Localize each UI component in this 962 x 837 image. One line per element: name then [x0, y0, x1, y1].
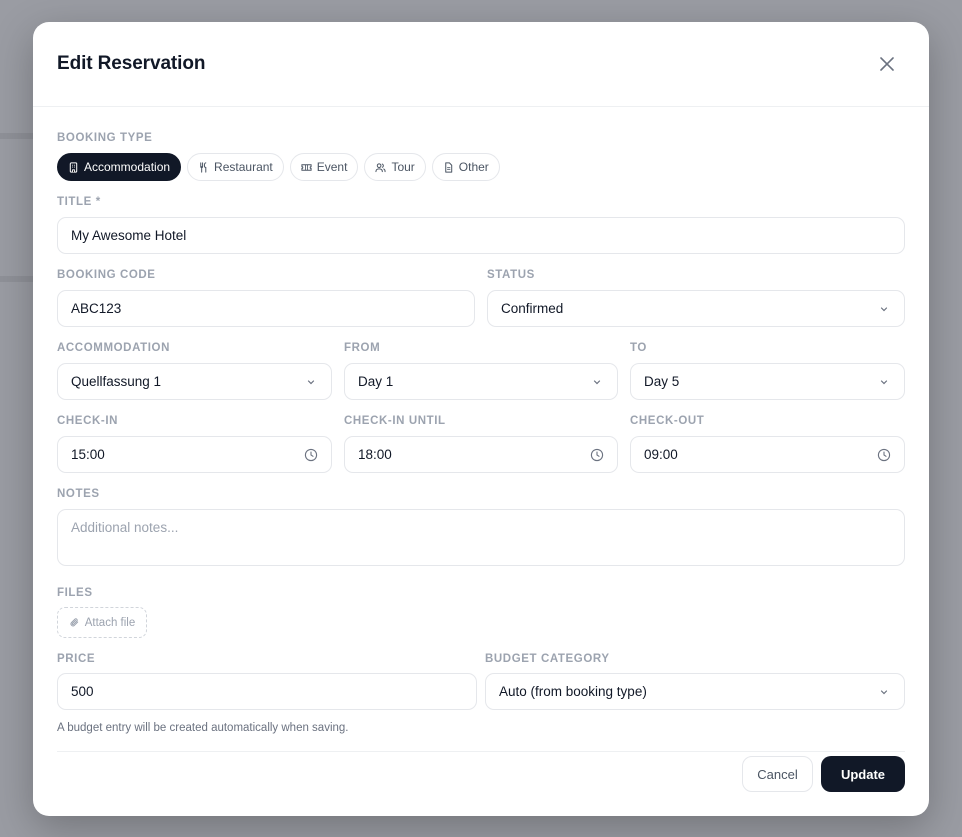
chip-label: Tour [391, 160, 415, 174]
background-element [0, 133, 33, 139]
chip-label: Accommodation [84, 160, 171, 174]
modal-title: Edit Reservation [57, 53, 206, 74]
check-in-until-input[interactable]: 18:00 [344, 436, 618, 473]
chevron-down-icon [307, 379, 315, 384]
from-select[interactable]: Day 1 [344, 363, 618, 400]
chip-label: Other [458, 160, 489, 174]
close-button[interactable] [877, 54, 897, 74]
attach-file-button[interactable]: Attach file [57, 607, 147, 638]
budget-category-label: BUDGET CATEGORY [485, 653, 610, 665]
users-icon [375, 162, 387, 172]
check-in-value: 15:00 [71, 447, 105, 462]
booking-type-selector: Accommodation Restaurant Event Tour Othe… [57, 153, 500, 181]
check-in-input[interactable]: 15:00 [57, 436, 332, 473]
notes-textarea[interactable]: Additional notes... [57, 509, 905, 566]
accommodation-label: ACCOMMODATION [57, 342, 170, 354]
booking-type-restaurant[interactable]: Restaurant [187, 153, 284, 181]
modal-header: Edit Reservation [33, 22, 929, 107]
paperclip-icon [70, 618, 78, 627]
from-value: Day 1 [358, 374, 394, 389]
to-value: Day 5 [644, 374, 680, 389]
booking-code-input[interactable]: ABC123 [57, 290, 475, 327]
accommodation-select[interactable]: Quellfassung 1 [57, 363, 332, 400]
check-out-value: 09:00 [644, 447, 678, 462]
budget-category-value: Auto (from booking type) [499, 684, 647, 699]
cancel-button[interactable]: Cancel [742, 756, 813, 792]
chevron-down-icon [880, 306, 888, 311]
check-in-label: CHECK-IN [57, 415, 119, 427]
chevron-down-icon [593, 379, 601, 384]
edit-reservation-modal: Edit Reservation BOOKING TYPE Accommodat… [33, 22, 929, 816]
booking-type-other[interactable]: Other [431, 153, 500, 181]
close-icon [880, 57, 894, 71]
to-label: TO [630, 342, 647, 354]
utensils-icon [200, 161, 207, 173]
chevron-down-icon [880, 689, 888, 694]
clock-icon [590, 448, 604, 461]
building-icon [69, 161, 78, 173]
clock-icon [877, 448, 891, 461]
chip-label: Event [316, 160, 348, 174]
booking-type-accommodation[interactable]: Accommodation [57, 153, 182, 181]
booking-type-event[interactable]: Event [289, 153, 359, 181]
price-value: 500 [71, 684, 94, 699]
clock-icon [304, 448, 318, 461]
check-in-until-label: CHECK-IN UNTIL [344, 415, 446, 427]
title-input[interactable]: My Awesome Hotel [57, 217, 905, 254]
accommodation-value: Quellfassung 1 [71, 374, 162, 389]
status-select[interactable]: Confirmed [487, 290, 905, 327]
notes-label: NOTES [57, 488, 100, 500]
chip-label: Restaurant [214, 160, 273, 174]
from-label: FROM [344, 342, 381, 354]
title-value: My Awesome Hotel [71, 228, 187, 243]
check-out-label: CHECK-OUT [630, 415, 705, 427]
status-value: Confirmed [501, 301, 564, 316]
booking-code-label: BOOKING CODE [57, 269, 156, 281]
chevron-down-icon [880, 379, 888, 384]
files-label: FILES [57, 587, 93, 599]
budget-hint-text: A budget entry will be created automatic… [57, 722, 349, 734]
booking-type-label: BOOKING TYPE [57, 132, 153, 144]
notes-placeholder: Additional notes... [71, 520, 179, 535]
title-label: TITLE * [57, 196, 101, 208]
file-icon [445, 161, 452, 173]
booking-code-value: ABC123 [71, 301, 122, 316]
price-input[interactable]: 500 [57, 673, 477, 710]
booking-type-tour[interactable]: Tour [364, 153, 426, 181]
to-select[interactable]: Day 5 [630, 363, 905, 400]
check-out-input[interactable]: 09:00 [630, 436, 905, 473]
background-element [0, 276, 33, 282]
check-in-until-value: 18:00 [358, 447, 392, 462]
budget-category-select[interactable]: Auto (from booking type) [485, 673, 905, 710]
footer-divider [57, 751, 905, 752]
update-button[interactable]: Update [821, 756, 905, 792]
status-label: STATUS [487, 269, 535, 281]
price-label: PRICE [57, 653, 96, 665]
ticket-icon [301, 163, 312, 171]
attach-file-label: Attach file [84, 616, 136, 629]
